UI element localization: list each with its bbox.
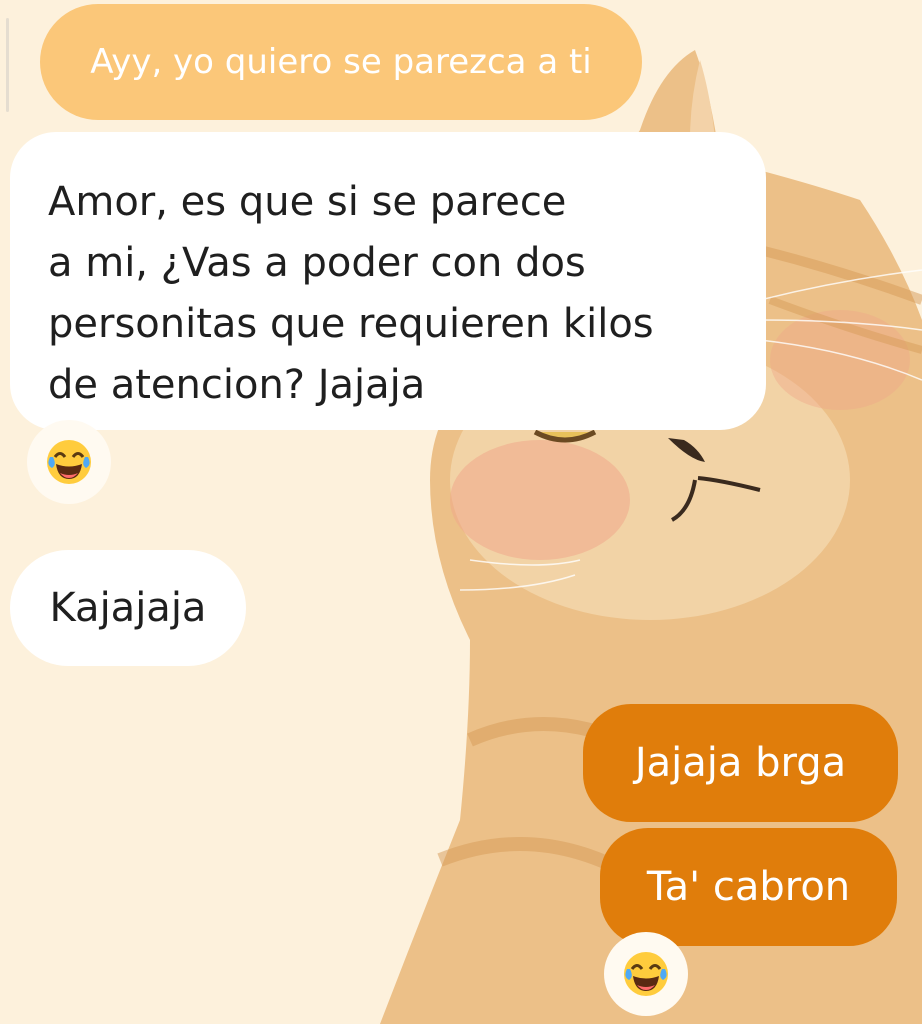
quoted-message-text: Ayy, yo quiero se parezca a ti: [90, 42, 592, 82]
incoming-message-bubble[interactable]: Amor, es que si se parece a mi, ¿Vas a p…: [10, 132, 766, 430]
message-text: Kajajaja: [49, 585, 207, 631]
message-line: personitas que requieren kilos: [48, 301, 654, 347]
reaction-badge[interactable]: [604, 932, 688, 1016]
tears-of-joy-emoji-icon: [47, 440, 91, 484]
message-line: de atencion? Jajaja: [48, 362, 426, 408]
message-text: Jajaja brga: [634, 740, 847, 786]
reaction-badge[interactable]: [27, 420, 111, 504]
quoted-message-bubble[interactable]: Ayy, yo quiero se parezca a ti: [40, 4, 642, 120]
thread-edge-line: [6, 18, 9, 112]
message-line: Amor, es que si se parece: [48, 179, 567, 225]
tears-of-joy-emoji-icon: [624, 952, 668, 996]
outgoing-message-bubble[interactable]: Ta' cabron: [600, 828, 897, 946]
message-text: Ta' cabron: [646, 864, 851, 910]
incoming-message-bubble[interactable]: Kajajaja: [10, 550, 246, 666]
outgoing-message-bubble[interactable]: Jajaja brga: [583, 704, 898, 822]
message-line: a mi, ¿Vas a poder con dos: [48, 240, 586, 286]
